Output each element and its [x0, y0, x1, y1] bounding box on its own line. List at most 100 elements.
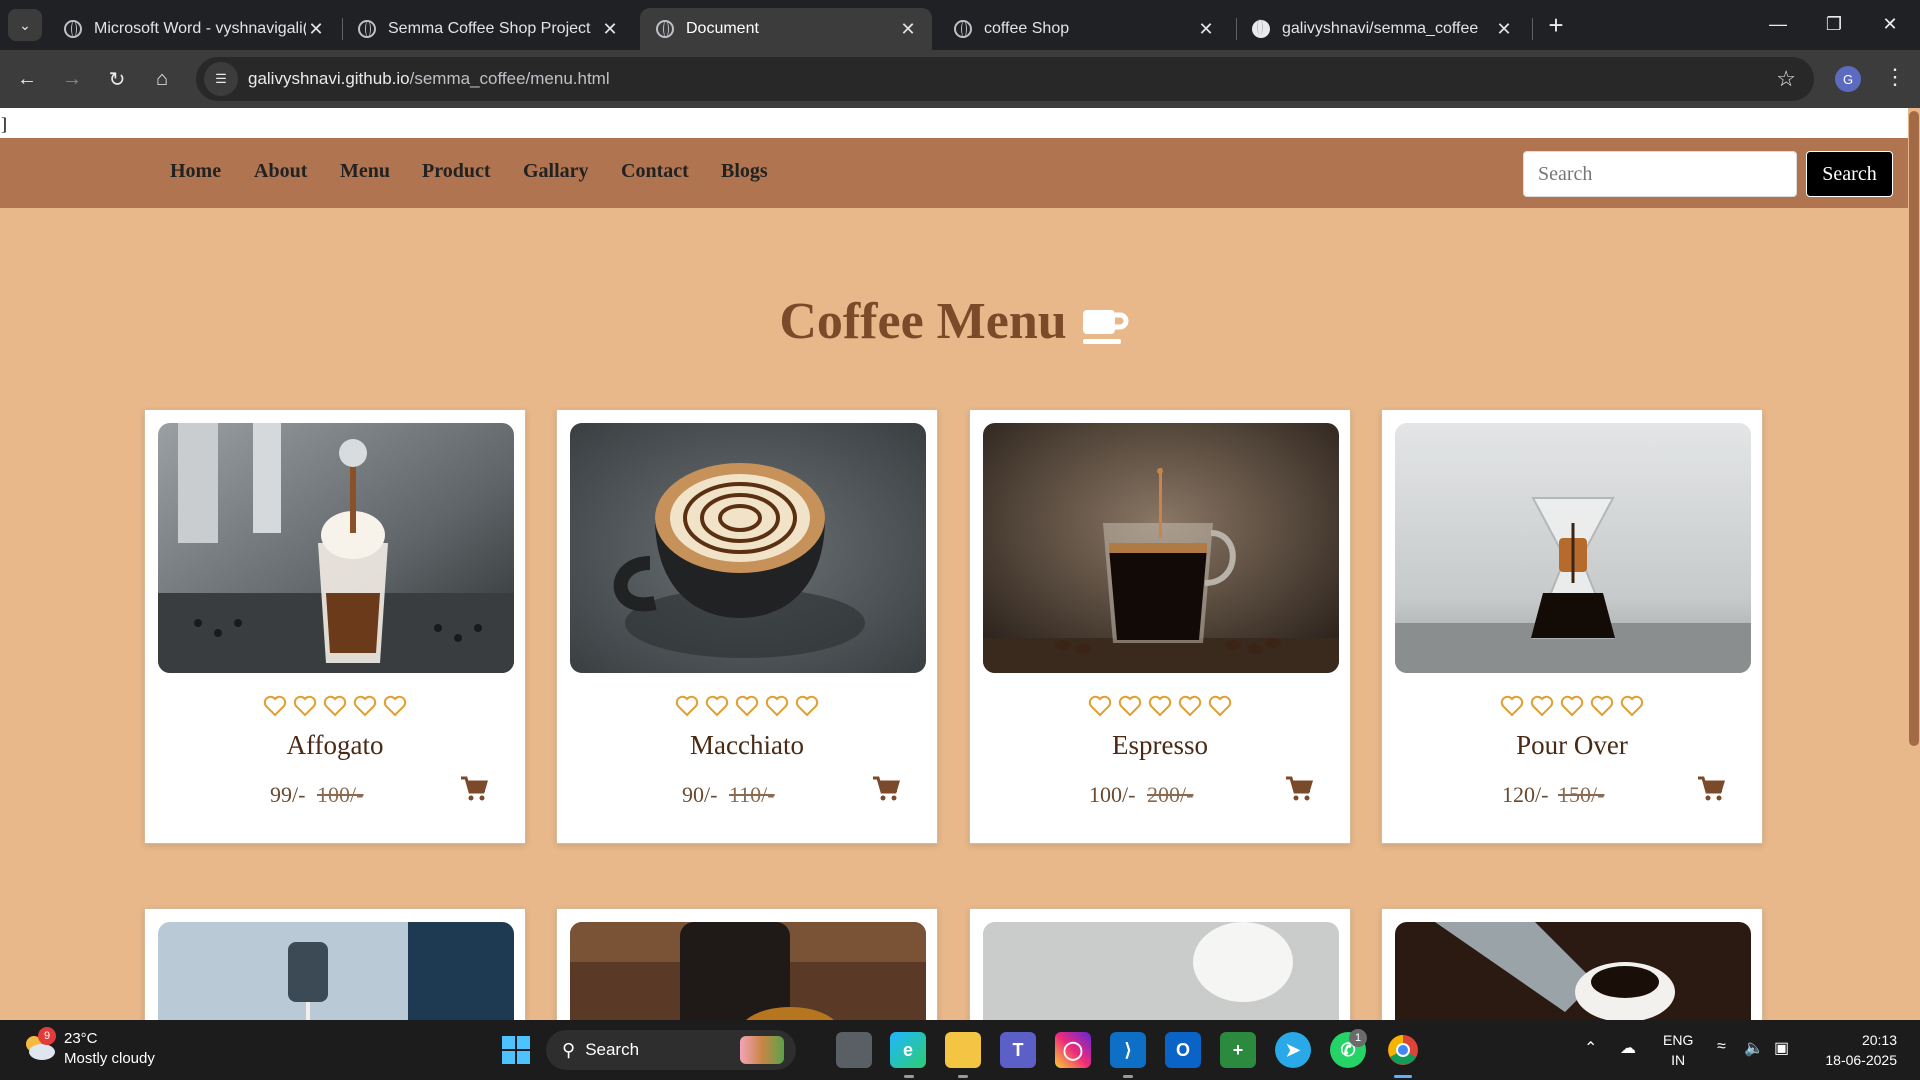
heart-icon[interactable]: [1620, 695, 1644, 717]
heart-icon[interactable]: [1088, 695, 1112, 717]
new-tab-button[interactable]: +: [1542, 9, 1570, 41]
menu-card-espresso[interactable]: Espresso 100/- 200/-: [969, 409, 1351, 844]
vscode-icon[interactable]: ⟩: [1110, 1032, 1146, 1068]
heart-icon[interactable]: [1148, 695, 1172, 717]
bookmark-star-icon[interactable]: ☆: [1776, 66, 1796, 92]
tab-search-button[interactable]: ⌄: [8, 9, 42, 41]
heart-icon[interactable]: [383, 695, 407, 717]
heart-icon[interactable]: [1500, 695, 1524, 717]
menu-card-affogato[interactable]: Affogato 99/- 100/-: [144, 409, 526, 844]
search-input[interactable]: [1523, 151, 1797, 197]
minimize-button[interactable]: —: [1750, 0, 1806, 48]
nav-contact[interactable]: Contact: [621, 160, 689, 183]
back-button[interactable]: ←: [10, 62, 44, 96]
region-code: IN: [1671, 1052, 1686, 1068]
weather-temp[interactable]: 23°C: [64, 1030, 98, 1047]
heart-icon[interactable]: [293, 695, 317, 717]
show-hidden-icons-chevron-icon[interactable]: ⌃: [1584, 1038, 1597, 1058]
address-bar[interactable]: ☰ galivyshnavi.github.io/semma_coffee/me…: [196, 57, 1814, 101]
onedrive-cloud-icon[interactable]: ☁: [1620, 1038, 1636, 1058]
close-tab-icon[interactable]: ✕: [600, 19, 620, 40]
taskbar-search[interactable]: ⚲ Search: [546, 1030, 796, 1070]
url-text[interactable]: galivyshnavi.github.io/semma_coffee/menu…: [248, 69, 610, 89]
volume-icon[interactable]: 🔈: [1744, 1038, 1764, 1058]
heart-icon[interactable]: [1590, 695, 1614, 717]
language-indicator[interactable]: ENG IN: [1663, 1030, 1693, 1070]
system-clock[interactable]: 20:13 18-06-2025: [1815, 1030, 1897, 1070]
browser-menu-icon[interactable]: ⋮: [1884, 64, 1906, 90]
coffee-name: Espresso: [1112, 730, 1208, 760]
heart-icon[interactable]: [735, 695, 759, 717]
edge-icon[interactable]: e: [890, 1032, 926, 1068]
cart-icon[interactable]: [1285, 775, 1313, 803]
close-tab-icon[interactable]: ✕: [898, 19, 918, 40]
cart-icon[interactable]: [872, 775, 900, 803]
tab-microsoft-word[interactable]: Microsoft Word - vyshnavigali(2 ✕: [48, 8, 340, 50]
heart-icon[interactable]: [353, 695, 377, 717]
menu-card[interactable]: [969, 908, 1351, 1020]
forward-button[interactable]: →: [55, 62, 89, 96]
nav-blogs[interactable]: Blogs: [721, 160, 768, 183]
heart-icon[interactable]: [795, 695, 819, 717]
teams-icon[interactable]: T: [1000, 1032, 1036, 1068]
windows-start-icon[interactable]: [498, 1032, 534, 1068]
scrollbar-thumb[interactable]: [1909, 111, 1919, 746]
coffee-name: Pour Over: [1516, 730, 1628, 760]
coffee-photo: [158, 922, 514, 1020]
file-explorer-icon[interactable]: [945, 1032, 981, 1068]
cart-icon[interactable]: [1697, 775, 1725, 803]
whatsapp-badge: 1: [1349, 1029, 1367, 1047]
close-tab-icon[interactable]: ✕: [1196, 19, 1216, 40]
old-price: 100/-: [317, 782, 364, 807]
menu-card-macchiato[interactable]: Macchiato 90/- 110/-: [556, 409, 938, 844]
tab-coffee-shop[interactable]: coffee Shop ✕: [938, 8, 1230, 50]
heart-icon[interactable]: [765, 695, 789, 717]
close-tab-icon[interactable]: ✕: [306, 19, 326, 40]
nav-home[interactable]: Home: [170, 160, 221, 183]
price: 120/-: [1502, 782, 1549, 807]
outlook-icon[interactable]: O: [1165, 1032, 1201, 1068]
app-icon[interactable]: +: [1220, 1032, 1256, 1068]
nav-menu[interactable]: Menu: [340, 160, 390, 183]
menu-card[interactable]: [144, 908, 526, 1020]
close-tab-icon[interactable]: ✕: [1494, 19, 1514, 40]
nav-about[interactable]: About: [254, 160, 307, 183]
chrome-icon[interactable]: [1385, 1032, 1421, 1068]
task-view-icon[interactable]: [836, 1032, 872, 1068]
instagram-icon[interactable]: ◯: [1055, 1032, 1091, 1068]
heart-icon[interactable]: [1178, 695, 1202, 717]
heart-icon[interactable]: [323, 695, 347, 717]
page-viewport: ] Home About Menu Product Gallary Contac…: [0, 108, 1920, 1020]
heart-icon[interactable]: [1530, 695, 1554, 717]
heart-icon[interactable]: [1208, 695, 1232, 717]
menu-card-pour-over[interactable]: Pour Over 120/- 150/-: [1381, 409, 1763, 844]
weather-condition[interactable]: Mostly cloudy: [64, 1050, 155, 1067]
tab-github-repo[interactable]: galivyshnavi/semma_coffee ✕: [1236, 8, 1528, 50]
nav-product[interactable]: Product: [422, 160, 491, 183]
site-info-icon[interactable]: ☰: [204, 62, 238, 96]
search-button[interactable]: Search: [1806, 151, 1893, 197]
close-window-button[interactable]: ✕: [1862, 0, 1918, 48]
globe-icon: [656, 20, 674, 38]
home-button[interactable]: ⌂: [145, 62, 179, 96]
old-price: 110/-: [729, 782, 775, 807]
tab-title: galivyshnavi/semma_coffee: [1282, 20, 1479, 37]
battery-icon[interactable]: ▣: [1774, 1038, 1789, 1058]
menu-card[interactable]: [556, 908, 938, 1020]
tab-document[interactable]: Document ✕: [640, 8, 932, 50]
heart-icon[interactable]: [263, 695, 287, 717]
profile-avatar[interactable]: G: [1835, 66, 1861, 92]
reload-button[interactable]: ↻: [100, 62, 134, 96]
nav-gallary[interactable]: Gallary: [523, 160, 589, 183]
heart-icon[interactable]: [705, 695, 729, 717]
cart-icon[interactable]: [460, 775, 488, 803]
menu-card[interactable]: [1381, 908, 1763, 1020]
heart-icon[interactable]: [1560, 695, 1584, 717]
wifi-icon[interactable]: ≈: [1717, 1038, 1726, 1056]
heart-icon[interactable]: [1118, 695, 1142, 717]
rating-hearts: [557, 695, 937, 717]
tab-semma-coffee-project[interactable]: Semma Coffee Shop Project ✕: [342, 8, 634, 50]
restore-button[interactable]: ❐: [1806, 0, 1862, 48]
telegram-icon[interactable]: ➤: [1275, 1032, 1311, 1068]
heart-icon[interactable]: [675, 695, 699, 717]
